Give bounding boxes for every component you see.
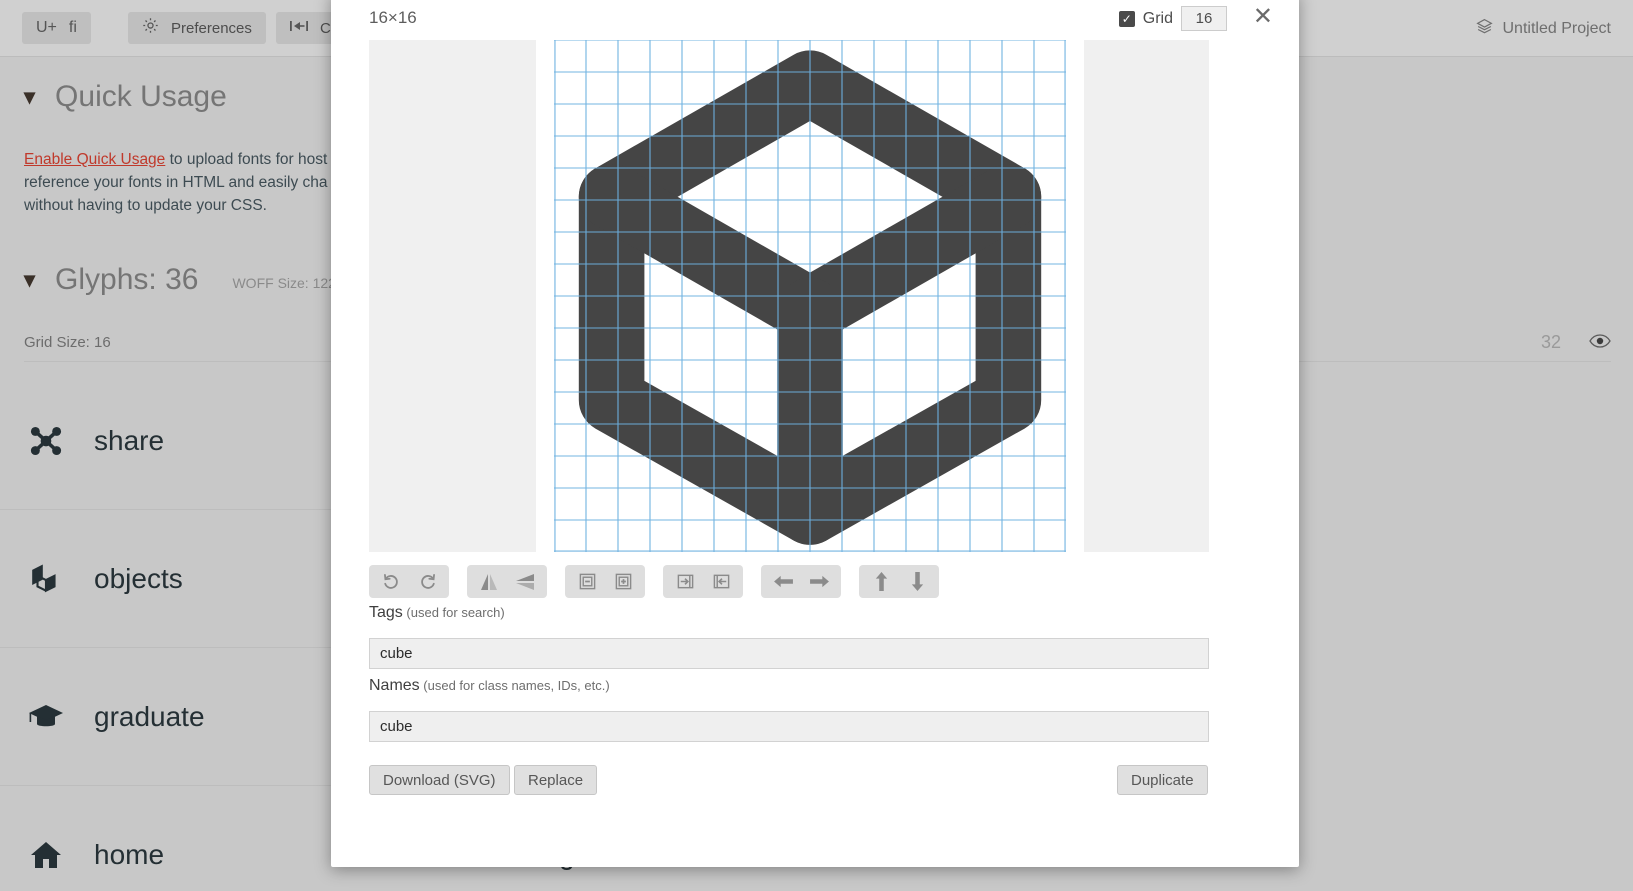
flip-vertical-icon[interactable] bbox=[507, 567, 543, 596]
share-icon bbox=[24, 419, 68, 463]
glyph-label: graduate bbox=[94, 700, 205, 732]
quick-usage-title: Quick Usage bbox=[55, 80, 227, 113]
tool-group-flip bbox=[467, 565, 547, 598]
glyph-editor-area bbox=[369, 40, 1209, 552]
scale-down-icon[interactable] bbox=[569, 567, 605, 596]
grid-checkbox-label: Grid bbox=[1142, 9, 1173, 27]
chevron-down-icon: ▾ bbox=[24, 84, 36, 109]
graduate-icon bbox=[24, 695, 68, 739]
tags-input[interactable] bbox=[369, 638, 1209, 669]
duplicate-button[interactable]: Duplicate bbox=[1117, 765, 1208, 795]
increase-width-icon[interactable] bbox=[667, 567, 703, 596]
rotate-left-icon[interactable] bbox=[373, 567, 409, 596]
move-up-icon[interactable] bbox=[863, 567, 899, 596]
grid-checkbox[interactable]: ✓ bbox=[1118, 10, 1135, 27]
third-button-label: C bbox=[320, 19, 331, 37]
tags-label: Tags bbox=[369, 604, 403, 621]
unicode-prefix-label: U+ bbox=[36, 19, 57, 36]
grid-size-input[interactable] bbox=[1181, 6, 1227, 31]
tool-group-scale bbox=[565, 565, 645, 598]
selected-count-label: 32 bbox=[1540, 332, 1561, 352]
scale-up-icon[interactable] bbox=[605, 567, 641, 596]
names-hint: (used for class names, IDs, etc.) bbox=[419, 678, 610, 693]
grid-size-label: Grid Size: 16 bbox=[24, 334, 111, 351]
chevron-down-icon-glyphs: ▾ bbox=[24, 267, 36, 292]
flip-horizontal-icon[interactable] bbox=[471, 567, 507, 596]
fit-width-icon bbox=[290, 19, 308, 38]
names-label: Names bbox=[369, 677, 420, 694]
tool-group-width bbox=[663, 565, 743, 598]
preferences-label: Preferences bbox=[171, 19, 252, 37]
home-icon bbox=[24, 833, 68, 877]
preferences-button[interactable]: Preferences bbox=[128, 12, 266, 44]
tool-group-horizontal-move bbox=[761, 565, 841, 598]
ligature-label: fi bbox=[68, 19, 77, 36]
layers-icon bbox=[1475, 18, 1493, 40]
glyph-tools-toolbar bbox=[369, 565, 939, 598]
unicode-toggle-button[interactable]: U+ fi bbox=[22, 12, 91, 44]
move-down-icon[interactable] bbox=[899, 567, 935, 596]
grid-controls: ✓ Grid bbox=[1118, 6, 1227, 31]
glyph-label: share bbox=[94, 424, 165, 456]
gear-icon bbox=[142, 17, 159, 39]
names-input[interactable] bbox=[369, 711, 1209, 742]
quick-usage-body: Enable Quick Usage to upload fonts for h… bbox=[24, 148, 354, 217]
close-icon[interactable]: ✕ bbox=[1253, 5, 1273, 29]
eye-icon[interactable] bbox=[1589, 333, 1611, 353]
names-label-row: Names (used for class names, IDs, etc.) bbox=[369, 677, 610, 695]
replace-button[interactable]: Replace bbox=[514, 765, 598, 795]
decrease-width-icon[interactable] bbox=[703, 567, 739, 596]
objects-icon bbox=[24, 557, 68, 601]
glyph-edit-modal: 16×16 ✓ Grid ✕ bbox=[331, 0, 1299, 867]
tool-group-rotate bbox=[369, 565, 449, 598]
download-svg-button[interactable]: Download (SVG) bbox=[369, 765, 510, 795]
glyph-label: objects bbox=[94, 562, 183, 594]
move-left-icon[interactable] bbox=[765, 567, 801, 596]
woff-size-label: WOFF Size: 1226 bbox=[232, 275, 344, 291]
glyph-canvas[interactable] bbox=[536, 40, 1084, 552]
glyphs-title: Glyphs: 36 bbox=[55, 263, 199, 296]
tags-label-row: Tags (used for search) bbox=[369, 604, 505, 622]
move-right-icon[interactable] bbox=[801, 567, 837, 596]
project-name-label: Untitled Project bbox=[1502, 20, 1612, 37]
tags-hint: (used for search) bbox=[402, 605, 505, 620]
rotate-right-icon[interactable] bbox=[409, 567, 445, 596]
tool-group-vertical-move bbox=[859, 565, 939, 598]
modal-header: 16×16 ✓ Grid ✕ bbox=[331, 0, 1299, 34]
glyph-label: home bbox=[94, 838, 165, 870]
glyph-size-title: 16×16 bbox=[369, 8, 417, 27]
enable-quick-usage-link[interactable]: Enable Quick Usage bbox=[24, 151, 165, 168]
project-name-button[interactable]: Untitled Project bbox=[1475, 18, 1612, 40]
